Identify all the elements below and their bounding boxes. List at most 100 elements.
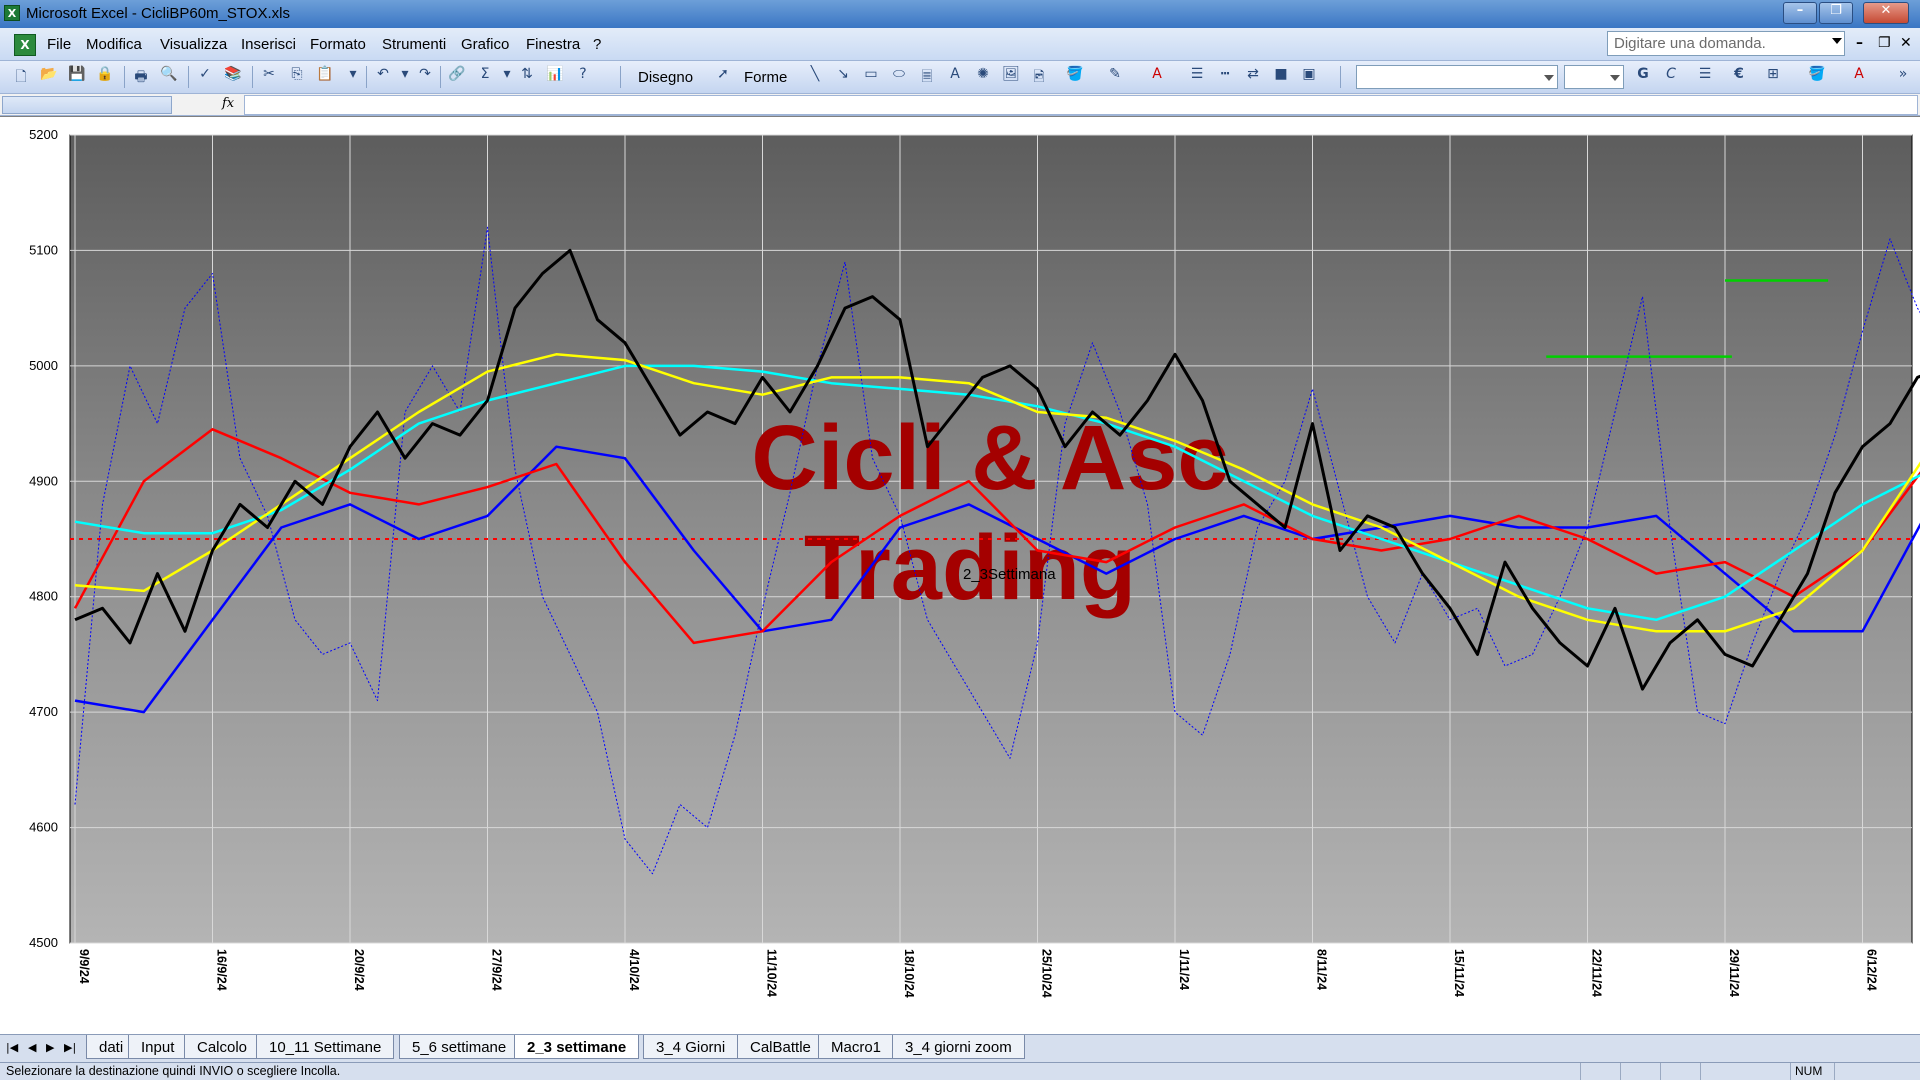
doc-minimize-icon[interactable]: –	[1856, 35, 1863, 51]
arrow-icon[interactable]: ↘	[832, 66, 854, 88]
watermark-line: Cicli & Asc	[751, 407, 1228, 509]
menu-file[interactable]: File	[47, 36, 71, 53]
formula-input[interactable]	[244, 95, 1918, 115]
picture-icon[interactable]: 🖻	[1028, 66, 1050, 88]
sort-ascending-icon[interactable]: ⇅	[516, 66, 538, 88]
sheet-tab-macro1[interactable]: Macro1	[818, 1035, 895, 1059]
align-center-icon[interactable]: ☰	[1694, 66, 1716, 88]
draw-menu[interactable]: Disegno	[638, 69, 693, 86]
spelling-icon[interactable]: ✓	[194, 66, 216, 88]
fill-color-icon[interactable]: 🪣	[1064, 66, 1086, 88]
minimize-button[interactable]: –	[1783, 2, 1817, 24]
select-pointer-icon[interactable]: ➚	[712, 66, 734, 88]
font-color-icon[interactable]: A	[1146, 66, 1168, 88]
sheet-tab-calcolo[interactable]: Calcolo	[184, 1035, 261, 1059]
print-preview-icon[interactable]: 🔍	[158, 66, 180, 88]
help-icon[interactable]: ?	[572, 66, 594, 88]
dash-style-icon[interactable]: ┅	[1214, 66, 1236, 88]
chart-wizard-icon[interactable]: 📊	[544, 66, 566, 88]
line-color-icon[interactable]: ✎	[1104, 66, 1126, 88]
x-tick-label: 15/11/24	[1452, 949, 1466, 997]
copy-icon[interactable]: ⎘	[286, 66, 308, 88]
menu-strumenti[interactable]: Strumenti	[382, 36, 446, 53]
x-tick-label: 29/11/24	[1727, 949, 1741, 997]
rectangle-icon[interactable]: ▭	[860, 66, 882, 88]
toolbar-options-icon[interactable]: »	[1892, 66, 1914, 88]
autosum-icon[interactable]: Σ	[474, 66, 496, 88]
close-button[interactable]: ✕	[1863, 2, 1909, 24]
chart-sheet[interactable]: 5200 5100 5000 4900 4800 4700 4600 4500 9/9/24 1…	[0, 116, 1920, 1034]
insert-function-button[interactable]: fx	[222, 96, 234, 111]
chevron-down-icon[interactable]	[1832, 38, 1842, 44]
sheet-tab-3-4-giorni-zoom[interactable]: 3_4 giorni zoom	[892, 1035, 1025, 1059]
menu-inserisci[interactable]: Inserisci	[241, 36, 296, 53]
x-axis: 9/9/24 16/9/24 20/9/24 27/9/24 4/10/24 11/10/…	[77, 949, 1879, 998]
redo-icon[interactable]: ↷	[414, 66, 436, 88]
italic-button[interactable]: C	[1660, 66, 1682, 88]
next-sheet-icon[interactable]: ▶	[46, 1041, 54, 1054]
chevron-down-icon[interactable]: ▾	[496, 66, 518, 88]
print-icon[interactable]: 🖶	[130, 66, 152, 88]
first-sheet-icon[interactable]: |◀	[6, 1041, 18, 1054]
arrow-style-icon[interactable]: ⇄	[1242, 66, 1264, 88]
menu-finestra[interactable]: Finestra	[526, 36, 580, 53]
oval-icon[interactable]: ⬭	[888, 66, 910, 88]
undo-icon[interactable]: ↶	[372, 66, 394, 88]
fill-color-icon[interactable]: 🪣	[1806, 66, 1828, 88]
open-folder-icon[interactable]: 📂	[38, 66, 60, 88]
last-sheet-icon[interactable]: ▶|	[64, 1041, 76, 1054]
prev-sheet-icon[interactable]: ◀	[28, 1041, 36, 1054]
diagram-icon[interactable]: ✺	[972, 66, 994, 88]
sheet-tab-10-11-settimane[interactable]: 10_11 Settimane	[256, 1035, 395, 1059]
x-tick-label: 6/12/24	[1865, 949, 1879, 991]
textbox-icon[interactable]: 🗏	[916, 66, 938, 88]
cut-icon[interactable]: ✂	[258, 66, 280, 88]
menu-bar: X File Modifica Visualizza Inserisci For…	[0, 28, 1920, 61]
menu-visualizza[interactable]: Visualizza	[160, 36, 227, 53]
menu-formato[interactable]: Formato	[310, 36, 366, 53]
doc-restore-icon[interactable]: ❐	[1878, 35, 1891, 51]
x-tick-label: 4/10/24	[627, 949, 641, 991]
workbook-icon[interactable]: X	[14, 34, 36, 56]
font-name-combo[interactable]	[1356, 65, 1558, 89]
save-icon[interactable]: 💾	[66, 66, 88, 88]
status-bar: Selezionare la destinazione quindi INVIO…	[0, 1062, 1920, 1080]
excel-app-icon[interactable]: X	[4, 5, 20, 21]
sheet-tab-input[interactable]: Input	[128, 1035, 188, 1059]
sheet-tab-calbattle[interactable]: CalBattle	[737, 1035, 824, 1059]
y-tick-label: 4600	[29, 820, 58, 835]
3d-style-icon[interactable]: ▣	[1298, 66, 1320, 88]
borders-icon[interactable]: ⊞	[1762, 66, 1784, 88]
chart[interactable]: 5200 5100 5000 4900 4800 4700 4600 4500 9/9/24 1…	[0, 117, 1920, 1035]
x-tick-label: 9/9/24	[77, 949, 91, 984]
sheet-tab-5-6-settimane[interactable]: 5_6 settimane	[399, 1035, 520, 1059]
wordart-icon[interactable]: A	[944, 66, 966, 88]
chevron-down-icon[interactable]: ▾	[342, 66, 364, 88]
menu-modifica[interactable]: Modifica	[86, 36, 142, 53]
chevron-down-icon[interactable]: ▾	[394, 66, 416, 88]
bold-button[interactable]: G	[1632, 66, 1654, 88]
restore-button[interactable]: ❐	[1819, 2, 1853, 24]
hyperlink-icon[interactable]: 🔗	[446, 66, 468, 88]
y-tick-label: 4900	[29, 473, 58, 488]
ask-question-input[interactable]: Digitare una domanda.	[1607, 31, 1845, 56]
menu-grafico[interactable]: Grafico	[461, 36, 509, 53]
shapes-menu[interactable]: Forme	[744, 69, 787, 86]
research-icon[interactable]: 📚	[222, 66, 244, 88]
new-file-icon[interactable]: 🗋	[10, 66, 32, 88]
doc-close-icon[interactable]: ✕	[1900, 35, 1912, 51]
y-tick-label: 5200	[29, 127, 58, 142]
line-icon[interactable]: ╲	[804, 66, 826, 88]
line-style-icon[interactable]: ☰	[1186, 66, 1208, 88]
euro-button[interactable]: €	[1728, 66, 1750, 88]
shadow-icon[interactable]: ■	[1270, 66, 1292, 88]
permission-icon[interactable]: 🔒	[94, 66, 116, 88]
clipart-icon[interactable]: 🖼	[1000, 66, 1022, 88]
menu-help[interactable]: ?	[593, 36, 601, 53]
font-color-icon[interactable]: A	[1848, 66, 1870, 88]
name-box[interactable]	[2, 96, 172, 114]
sheet-tab-2-3-settimane[interactable]: 2_3 settimane	[514, 1035, 640, 1059]
paste-icon[interactable]: 📋	[314, 66, 336, 88]
sheet-tab-3-4-giorni[interactable]: 3_4 Giorni	[643, 1035, 739, 1059]
font-size-combo[interactable]	[1564, 65, 1624, 89]
